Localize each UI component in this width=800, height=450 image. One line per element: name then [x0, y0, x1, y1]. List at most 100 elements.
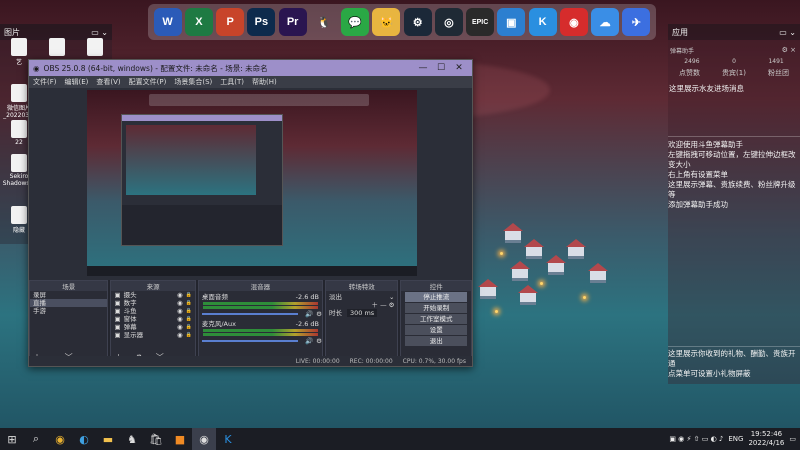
control-button[interactable]: 工作室模式 — [405, 314, 467, 324]
windows-start-icon[interactable]: ⊞ — [0, 428, 24, 450]
input-language[interactable]: ENG — [728, 435, 743, 443]
file-icon — [11, 38, 27, 56]
lock-icon[interactable]: 🔒 — [186, 331, 195, 339]
scene-item[interactable]: 手游 — [30, 307, 107, 315]
file-explorer-icon[interactable]: ▬ — [96, 428, 120, 450]
capture-icon[interactable]: ▣ — [497, 8, 526, 36]
source-item[interactable]: ▣ 斗鱼 ◉ 🔒 — [111, 307, 194, 315]
volume-meter — [202, 329, 318, 332]
obs-taskbar-icon[interactable]: ◉ — [192, 428, 216, 450]
speaker-icon[interactable]: 🔊 — [305, 337, 313, 345]
file-icon — [11, 154, 27, 172]
game-icon[interactable]: ♞ — [120, 428, 144, 450]
menu-item[interactable]: 帮助(H) — [252, 77, 277, 87]
source-label: 数字 — [123, 299, 137, 307]
mixer-channel: 麦克风/Aux -2.6 dB 🔊 ⚙ — [199, 320, 322, 345]
powerpoint-icon[interactable]: P — [216, 8, 245, 36]
obs-titlebar[interactable]: ◉ OBS 25.0.8 (64-bit, windows) - 配置文件: 未… — [29, 60, 472, 76]
menu-item[interactable]: 工具(T) — [220, 77, 244, 87]
excel-icon[interactable]: X — [184, 8, 213, 36]
k-app-icon[interactable]: K — [528, 8, 557, 36]
eye-icon[interactable]: ◉ — [177, 331, 183, 339]
feishu-icon[interactable]: ✈ — [622, 8, 651, 36]
desktop-icon[interactable] — [40, 38, 74, 57]
danmaku-message: 添加弹幕助手成功 — [668, 200, 728, 209]
scene-item[interactable]: 直播 — [30, 299, 108, 307]
lock-icon[interactable]: 🔒 — [186, 307, 195, 315]
search-icon[interactable]: ⌕ — [24, 428, 48, 450]
source-item[interactable]: ▣ 窗体 ◉ 🔒 — [111, 315, 194, 323]
menu-item[interactable]: 场景集合(S) — [174, 77, 212, 87]
lock-icon[interactable]: 🔒 — [186, 291, 195, 299]
control-button[interactable]: 设置 — [405, 325, 467, 335]
menu-item[interactable]: 文件(F) — [33, 77, 57, 87]
tray-icons[interactable]: ▣ ◉ ⚡ ⇧ ▭ ◐ ♪ — [669, 435, 723, 443]
transition-select[interactable]: 淡出 ⌄ — [326, 293, 398, 301]
gamepad-icon[interactable]: ◎ — [434, 8, 463, 36]
notification-icon[interactable]: ▭ — [789, 435, 796, 443]
speaker-icon[interactable]: 🔊 — [305, 310, 313, 318]
wechat-icon[interactable]: 💬 — [341, 8, 370, 36]
menu-item[interactable]: 编辑(E) — [65, 77, 89, 87]
transition-toolbar[interactable]: ＋ — ⚙ — [326, 301, 398, 309]
gear-icon[interactable]: ⚙ — [316, 310, 322, 318]
gear-icon[interactable]: ⚙ — [316, 337, 322, 345]
fence-title: 应用 — [672, 27, 688, 37]
minimize-icon[interactable]: — — [414, 63, 432, 73]
baidu-netdisk-icon[interactable]: ☁ — [591, 8, 620, 36]
word-icon[interactable]: W — [153, 8, 182, 36]
folder-icon[interactable]: ▭ ⌄ — [779, 28, 796, 37]
epic-games-icon[interactable]: EPIC — [466, 8, 495, 36]
stream-preview[interactable] — [87, 90, 417, 276]
eye-icon[interactable]: ◉ — [177, 291, 183, 299]
control-button[interactable]: 退出 — [405, 336, 467, 346]
close-icon[interactable]: ✕ — [450, 63, 468, 73]
premiere-icon[interactable]: Pr — [278, 8, 307, 36]
eye-icon[interactable]: ◉ — [177, 299, 183, 307]
desktop-icon[interactable] — [78, 38, 112, 57]
lock-icon[interactable]: 🔒 — [186, 315, 195, 323]
danmaku-message: 这里展示弹幕、贵族续费、粉丝牌升级等 — [668, 180, 796, 199]
lock-icon[interactable]: 🔒 — [186, 299, 195, 307]
source-type-icon: ▣ — [114, 299, 121, 307]
maximize-icon[interactable]: ☐ — [432, 63, 450, 73]
danmaku-message: 这里展示你收到的礼物、酬勤、贵族开通 — [668, 349, 796, 368]
netease-music-icon[interactable]: ◉ — [559, 8, 588, 36]
k-app-taskbar-icon[interactable]: K — [216, 428, 240, 450]
stat-value: 2496 — [684, 58, 700, 65]
orange-app-icon[interactable]: ■ — [168, 428, 192, 450]
scene-item[interactable]: 录屏 — [30, 291, 107, 299]
edge-icon[interactable]: ◐ — [72, 428, 96, 450]
lock-icon[interactable]: 🔒 — [186, 323, 195, 331]
steam-icon[interactable]: ⚙ — [403, 8, 432, 36]
eye-icon[interactable]: ◉ — [177, 307, 183, 315]
volume-slider[interactable] — [201, 313, 299, 315]
menu-item[interactable]: 配置文件(P) — [129, 77, 167, 87]
clock[interactable]: 19:52:46 2022/4/16 — [748, 430, 784, 448]
qq-icon[interactable]: 🐧 — [310, 8, 338, 36]
source-item[interactable]: ▣ 显示器 ◉ 🔒 — [111, 331, 194, 339]
source-item[interactable]: ▣ 数字 ◉ 🔒 — [111, 299, 194, 307]
chrome-icon[interactable]: ◉ — [48, 428, 72, 450]
mascot-icon[interactable]: 🐱 — [372, 8, 401, 36]
panel-controls[interactable]: ⚙ × — [782, 46, 796, 54]
source-type-icon: ▣ — [114, 323, 121, 331]
duration-input[interactable]: 300 ms — [346, 309, 378, 317]
mixer-panel: 混音器 桌面音频 -2.6 dB 🔊 ⚙ 麦克风/Aux -2.6 dB 🔊 ⚙ — [197, 280, 323, 366]
photoshop-icon[interactable]: Ps — [247, 8, 276, 36]
volume-slider[interactable] — [201, 340, 299, 342]
file-icon — [11, 120, 27, 138]
stat-value: 1491 — [768, 58, 784, 65]
obs-statusbar: LIVE: 00:00:00 REC: 00:00:00 CPU: 0.7%, … — [29, 356, 472, 366]
menu-item[interactable]: 查看(V) — [96, 77, 120, 87]
control-button[interactable]: 开始录制 — [405, 303, 467, 313]
control-button[interactable]: 停止推流 — [405, 292, 467, 302]
stat-value: 0 — [732, 58, 736, 65]
eye-icon[interactable]: ◉ — [177, 315, 183, 323]
obs-app-icon: ◉ — [33, 63, 40, 73]
source-item[interactable]: ▣ 弹幕 ◉ 🔒 — [111, 323, 194, 331]
folder-icon[interactable]: ▭ ⌄ — [91, 28, 108, 37]
source-item[interactable]: ▣ 摄头 ◉ 🔒 — [111, 291, 194, 299]
store-icon[interactable]: 🛍 — [144, 428, 168, 450]
eye-icon[interactable]: ◉ — [177, 323, 183, 331]
